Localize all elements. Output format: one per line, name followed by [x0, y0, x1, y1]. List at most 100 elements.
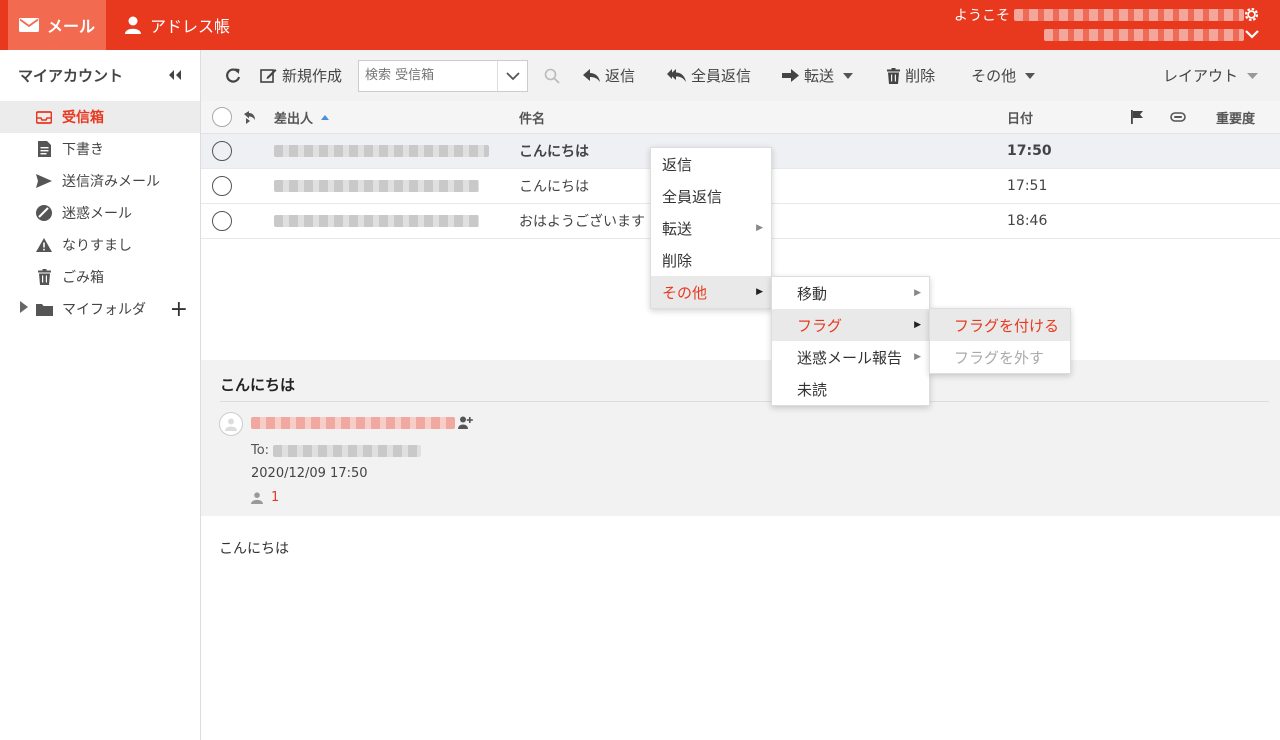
sidebar-header: マイアカウント: [0, 50, 200, 101]
reply-all-button[interactable]: 全員返信: [667, 50, 751, 101]
select-all-checkbox[interactable]: [212, 101, 232, 133]
menu-item-label: 削除: [662, 251, 693, 270]
sidebar-item-label: ごみ箱: [62, 270, 104, 286]
sidebar-item-inbox[interactable]: 受信箱: [0, 101, 200, 133]
send-icon: [35, 174, 53, 188]
compose-button[interactable]: 新規作成: [260, 50, 342, 101]
spam-icon: [35, 205, 53, 221]
context-menu: 返信 全員返信 転送 ▶ 削除 その他 ▶: [650, 147, 772, 309]
menu-item-label: 全員返信: [662, 187, 723, 206]
add-folder-icon[interactable]: +: [170, 297, 188, 322]
sidebar-item-drafts[interactable]: 下書き: [0, 133, 200, 165]
layout-button[interactable]: レイアウト: [1163, 50, 1258, 101]
expand-triangle-icon[interactable]: [20, 301, 28, 317]
recipient-count[interactable]: 1: [251, 490, 279, 505]
trash-icon: [887, 67, 901, 84]
attachment-column-icon[interactable]: [1170, 101, 1186, 133]
folder-list: 受信箱 下書き 送信済みメール 迷惑メール なりすまし ごみ箱 マイフォルダ +: [0, 101, 200, 325]
menu-item-flag[interactable]: フラグ ▶: [772, 309, 929, 341]
sidebar-item-label: 受信箱: [62, 110, 104, 126]
gear-icon[interactable]: [1243, 6, 1260, 27]
search-scope-dropdown[interactable]: [497, 60, 527, 91]
menu-item-mark-unread[interactable]: 未読: [772, 373, 929, 405]
menu-item-move[interactable]: 移動 ▶: [772, 277, 929, 309]
collapse-sidebar-icon[interactable]: [166, 67, 184, 85]
compose-icon: [260, 67, 277, 84]
sidebar-title: マイアカウント: [18, 67, 124, 85]
thread-icon[interactable]: [243, 101, 256, 133]
menu-item-label: その他: [662, 283, 708, 302]
folder-icon: [35, 303, 53, 316]
avatar: [219, 412, 243, 436]
user-icon: [124, 16, 142, 34]
row-date: 17:51: [1007, 178, 1048, 194]
chevron-down-icon[interactable]: [1244, 28, 1260, 44]
menu-item-label: フラグを付ける: [954, 316, 1060, 335]
row-from-redacted: [274, 169, 479, 203]
more-button[interactable]: その他: [971, 50, 1036, 101]
delete-button[interactable]: 削除: [887, 50, 935, 101]
menu-item-label: 迷惑メール報告: [797, 348, 903, 367]
menu-item-label: フラグを外す: [954, 348, 1045, 367]
sidebar-item-label: 下書き: [62, 142, 104, 158]
top-bar: メール アドレス帳 ようこそ: [0, 0, 1280, 50]
reply-button[interactable]: 返信: [583, 50, 635, 101]
draft-icon: [35, 141, 53, 157]
sidebar-item-trash[interactable]: ごみ箱: [0, 261, 200, 293]
submenu-arrow-icon: ▶: [914, 320, 921, 330]
menu-item-reply[interactable]: 返信: [651, 148, 771, 180]
toolbar: 新規作成 返信 全員返信 転送 削除: [201, 50, 1280, 101]
trash-icon: [35, 269, 53, 285]
row-select-checkbox[interactable]: [212, 169, 232, 203]
sidebar-item-spoofing[interactable]: なりすまし: [0, 229, 200, 261]
search-box: [358, 59, 529, 92]
sidebar-item-spam[interactable]: 迷惑メール: [0, 197, 200, 229]
search-button[interactable]: [544, 50, 565, 101]
column-from-label: 差出人: [274, 111, 314, 127]
menu-item-set-flag[interactable]: フラグを付ける: [930, 309, 1070, 341]
column-priority-label: 重要度: [1216, 111, 1256, 127]
forward-icon: [782, 69, 800, 82]
app-tab-address-book[interactable]: アドレス帳: [124, 0, 230, 50]
row-from-redacted: [274, 134, 489, 168]
menu-item-report-spam[interactable]: 迷惑メール報告 ▶: [772, 341, 929, 373]
menu-item-label: 移動: [797, 284, 828, 303]
menu-item-forward[interactable]: 転送 ▶: [651, 212, 771, 244]
column-priority[interactable]: 重要度: [1216, 101, 1255, 133]
row-subject: こんにちは: [519, 144, 589, 160]
app-tab-mail[interactable]: メール: [8, 0, 106, 50]
preview-to-label: To:: [251, 443, 270, 458]
menu-item-clear-flag: フラグを外す: [930, 341, 1070, 373]
row-from-redacted: [274, 204, 479, 238]
flag-column-icon[interactable]: [1131, 101, 1143, 133]
caret-down-icon: [1247, 72, 1258, 79]
sort-asc-icon: [321, 114, 330, 120]
column-subject[interactable]: 件名: [519, 101, 545, 133]
add-contact-icon[interactable]: [458, 416, 473, 429]
delete-label: 削除: [905, 67, 936, 85]
menu-item-more[interactable]: その他 ▶: [651, 276, 771, 308]
forward-button[interactable]: 転送: [782, 50, 854, 101]
reply-icon: [583, 68, 601, 83]
search-input[interactable]: [359, 61, 498, 90]
preview-header: こんにちは To: 2020/12/09 17:50 1: [201, 360, 1280, 516]
preview-date: 2020/12/09 17:50: [251, 466, 368, 481]
sidebar-item-sent[interactable]: 送信済みメール: [0, 165, 200, 197]
app-tab-address-book-label: アドレス帳: [150, 17, 231, 36]
column-date[interactable]: 日付: [1007, 101, 1033, 133]
sidebar-item-my-folders[interactable]: マイフォルダ +: [0, 293, 200, 325]
sidebar-item-label: マイフォルダ: [62, 302, 146, 318]
row-date: 17:50: [1007, 143, 1052, 159]
row-select-checkbox[interactable]: [212, 134, 232, 168]
menu-item-delete[interactable]: 削除: [651, 244, 771, 276]
menu-item-label: フラグ: [797, 316, 843, 335]
submenu-arrow-icon: ▶: [756, 287, 763, 297]
menu-item-reply-all[interactable]: 全員返信: [651, 180, 771, 212]
user-icon: [251, 491, 263, 504]
refresh-button[interactable]: [225, 50, 246, 101]
preview-from[interactable]: [251, 416, 473, 429]
welcome-label: ようこそ: [954, 8, 1010, 24]
row-select-checkbox[interactable]: [212, 204, 232, 238]
warning-icon: [35, 238, 53, 252]
column-from[interactable]: 差出人: [274, 101, 330, 133]
